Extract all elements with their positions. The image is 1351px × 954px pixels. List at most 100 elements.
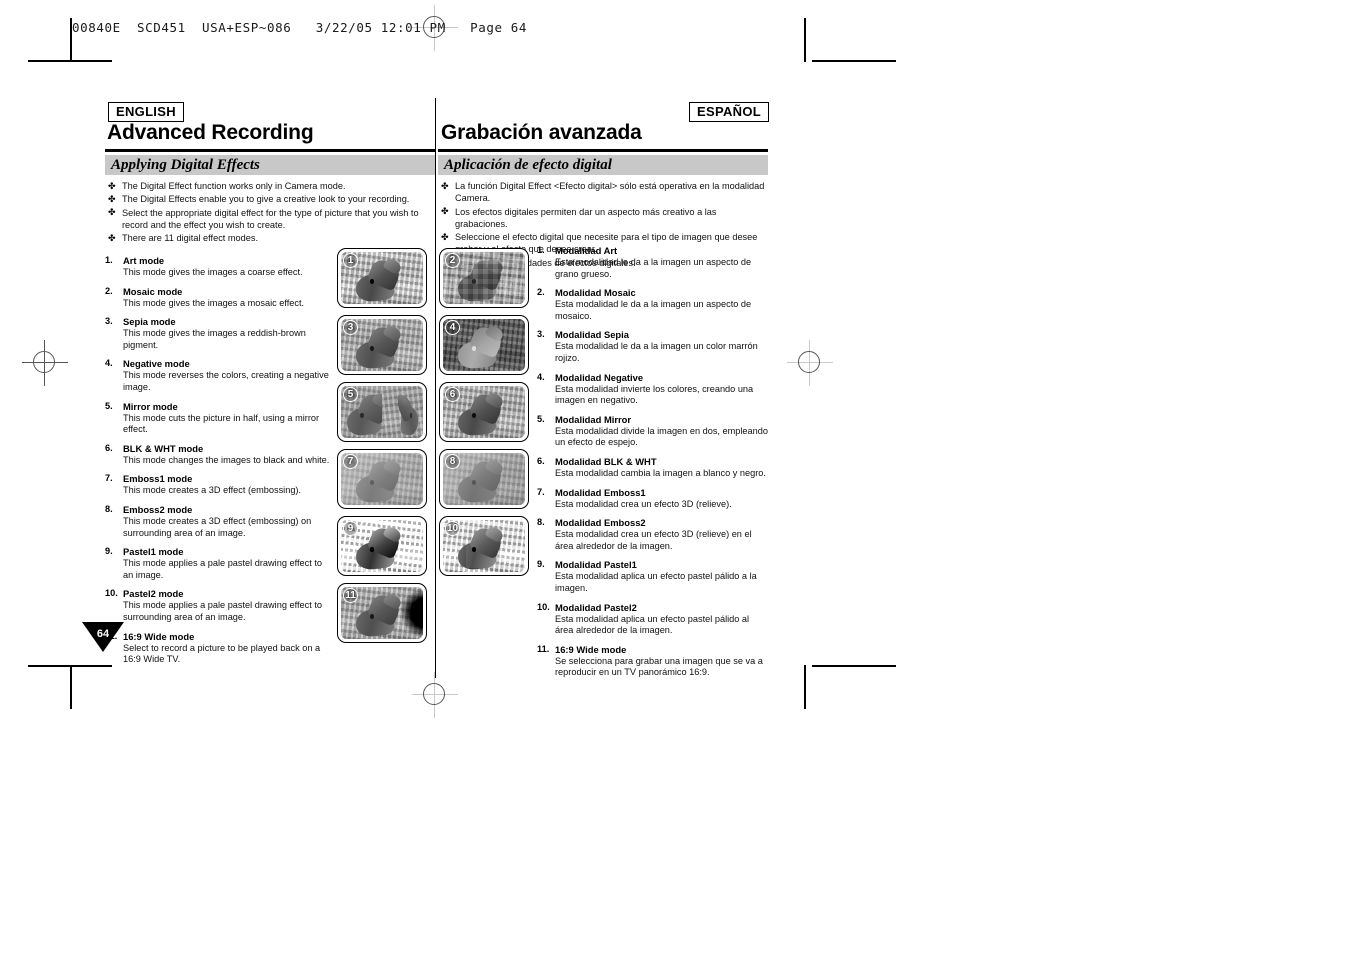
mode-description: This mode gives the images a reddish-bro… [123,328,306,350]
center-region-overlay [465,526,503,568]
mode-description: This mode gives the images a coarse effe… [123,267,303,277]
sample-image-pastel1: 9 [337,516,427,576]
section-title-english: Applying Digital Effects [111,157,260,173]
mode-number: 6. [537,455,545,466]
sample-image-mosaic: 2 [439,248,529,308]
thumbnail-badge: 4 [445,320,460,335]
mode-item: 7. Modalidad Emboss1 Esta modalidad crea u… [537,487,769,511]
header-rule-spanish [438,149,768,152]
mode-description: This mode changes the images to black an… [123,454,330,465]
bullet-icon [108,196,115,203]
mode-item: 8. Emboss2 mode This mode creates a 3D eff… [105,504,333,539]
mode-name: 16:9 Wide mode [555,643,627,655]
thumbnail-badge: 8 [445,454,460,469]
mode-name: Pastel1 mode [123,546,184,558]
thumbnail-badge: 1 [343,253,358,268]
mode-description: This mode creates a 3D effect (embossing… [123,485,302,496]
mode-number: 9. [105,546,113,557]
mode-name: Modalidad Mosaic [555,287,636,299]
bullet-text: Select the appropriate digital effect fo… [122,207,419,230]
sample-image-negative: 4 [439,315,529,375]
bullet-icon [441,208,448,215]
language-tag-english: ENGLISH [108,102,184,122]
bullet-text: The Digital Effects enable you to give a… [122,194,410,205]
mode-description: Esta modalidad aplica un efecto pastel p… [555,613,750,636]
mode-list-english: 1. Art mode This mode gives the images a c… [105,255,333,673]
mode-number: 11. [537,643,550,654]
dolphin-illustration [454,323,506,371]
mode-item: 9. Pastel1 mode This mode applies a pale p… [105,546,333,581]
mode-description: This mode reverses the colors, creating … [123,370,329,392]
page-number: 64 [96,628,110,640]
bullet-item: There are 11 digital effect modes. [105,232,435,244]
intro-bullets-english: The Digital Effect function works only i… [105,180,435,245]
section-header-spanish: Aplicación de efecto digital [438,155,768,175]
mode-description: Se selecciona para grabar una imagen que… [555,655,763,678]
mode-number: 2. [105,285,113,296]
mode-name: Modalidad Negative [555,371,644,383]
language-tag-spanish: ESPAÑOL [689,102,769,122]
mode-number: 9. [537,559,545,570]
mode-list-spanish: 1. Modalidad Art Esta modalidad le da a la… [537,245,769,686]
mode-name: Art mode [123,255,165,266]
thumbnail-badge: 3 [343,320,358,335]
mode-name: Pastel2 mode [123,588,184,600]
page-number-flag: 64 [82,622,124,652]
center-region-overlay [464,460,503,501]
sample-image-sepia: 3 [337,315,427,375]
mode-name: Modalidad Pastel2 [555,601,637,613]
mode-number: 7. [537,486,545,497]
dolphin-illustration [352,256,404,304]
mode-description: Esta modalidad invierte los colores, cre… [555,383,754,406]
mode-description: Esta modalidad le da a la imagen un aspe… [555,299,752,321]
mode-item: 6. BLK & WHT mode This mode changes the im… [105,443,333,467]
mode-name: Emboss2 mode [123,503,193,515]
mode-item: 1. Art mode This mode gives the images a c… [105,255,333,279]
mode-description: This mode gives the images a mosaic effe… [123,297,305,308]
sample-image-mirror: 5 [337,382,427,442]
sample-image-black-and-white: 6 [439,382,529,442]
sample-image-art: 1 [337,248,427,308]
mode-name: 16:9 Wide mode [123,630,195,642]
bullet-item: The Digital Effect function works only i… [105,180,435,192]
mode-name: Modalidad Emboss2 [555,517,646,529]
mode-number: 3. [537,329,545,340]
thumbnail-badge: 11 [343,588,358,603]
thumbnail-badge: 5 [343,387,358,402]
mode-number: 8. [105,503,113,514]
mode-description: Esta modalidad le da a la imagen un colo… [555,341,758,363]
bullet-text: La función Digital Effect <Efecto digita… [455,181,765,204]
mode-item: 3. Modalidad Sepia Esta modalidad le da a … [537,329,769,364]
section-title-spanish: Aplicación de efecto digital [444,157,612,173]
sample-image-emboss1: 7 [337,449,427,509]
thumbnail-badge: 6 [445,387,460,402]
mode-number: 4. [105,358,113,369]
chapter-title-english: Advanced Recording [107,121,314,144]
sample-image-pastel2: 10 [439,516,529,576]
mode-item: 5. Modalidad Mirror Esta modalidad divide … [537,414,769,449]
mode-number: 10. [105,588,118,599]
mode-name: Sepia mode [123,316,176,328]
mode-name: Modalidad Emboss1 [555,486,646,498]
dolphin-illustration [352,591,404,639]
mode-number: 1. [537,245,545,255]
mode-number: 3. [105,316,113,327]
mode-item: 4. Modalidad Negative Esta modalidad invie… [537,372,769,407]
mode-description: Esta modalidad divide la imagen en dos, … [555,425,768,448]
bullet-text: Los efectos digitales permiten dar un as… [455,206,717,229]
bullet-icon [441,234,448,241]
thumbnail-badge: 2 [445,253,460,268]
mode-name: Modalidad Art [555,245,618,256]
mode-number: 5. [537,413,545,424]
mode-item: 7. Emboss1 mode This mode creates a 3D eff… [105,473,333,497]
mode-name: Modalidad Mirror [555,413,632,425]
mode-number: 4. [537,371,545,382]
mode-item: 10. Modalidad Pastel2 Esta modalidad aplic… [537,602,769,637]
thumbnail-badge: 7 [343,454,358,469]
mode-number: 5. [105,400,113,411]
mode-number: 6. [105,442,113,453]
dolphin-illustration [454,390,506,438]
mode-item: 10. Pastel2 mode This mode applies a pale … [105,588,333,623]
mode-description: Select to record a picture to be played … [123,642,321,665]
mode-name: Negative mode [123,358,190,370]
